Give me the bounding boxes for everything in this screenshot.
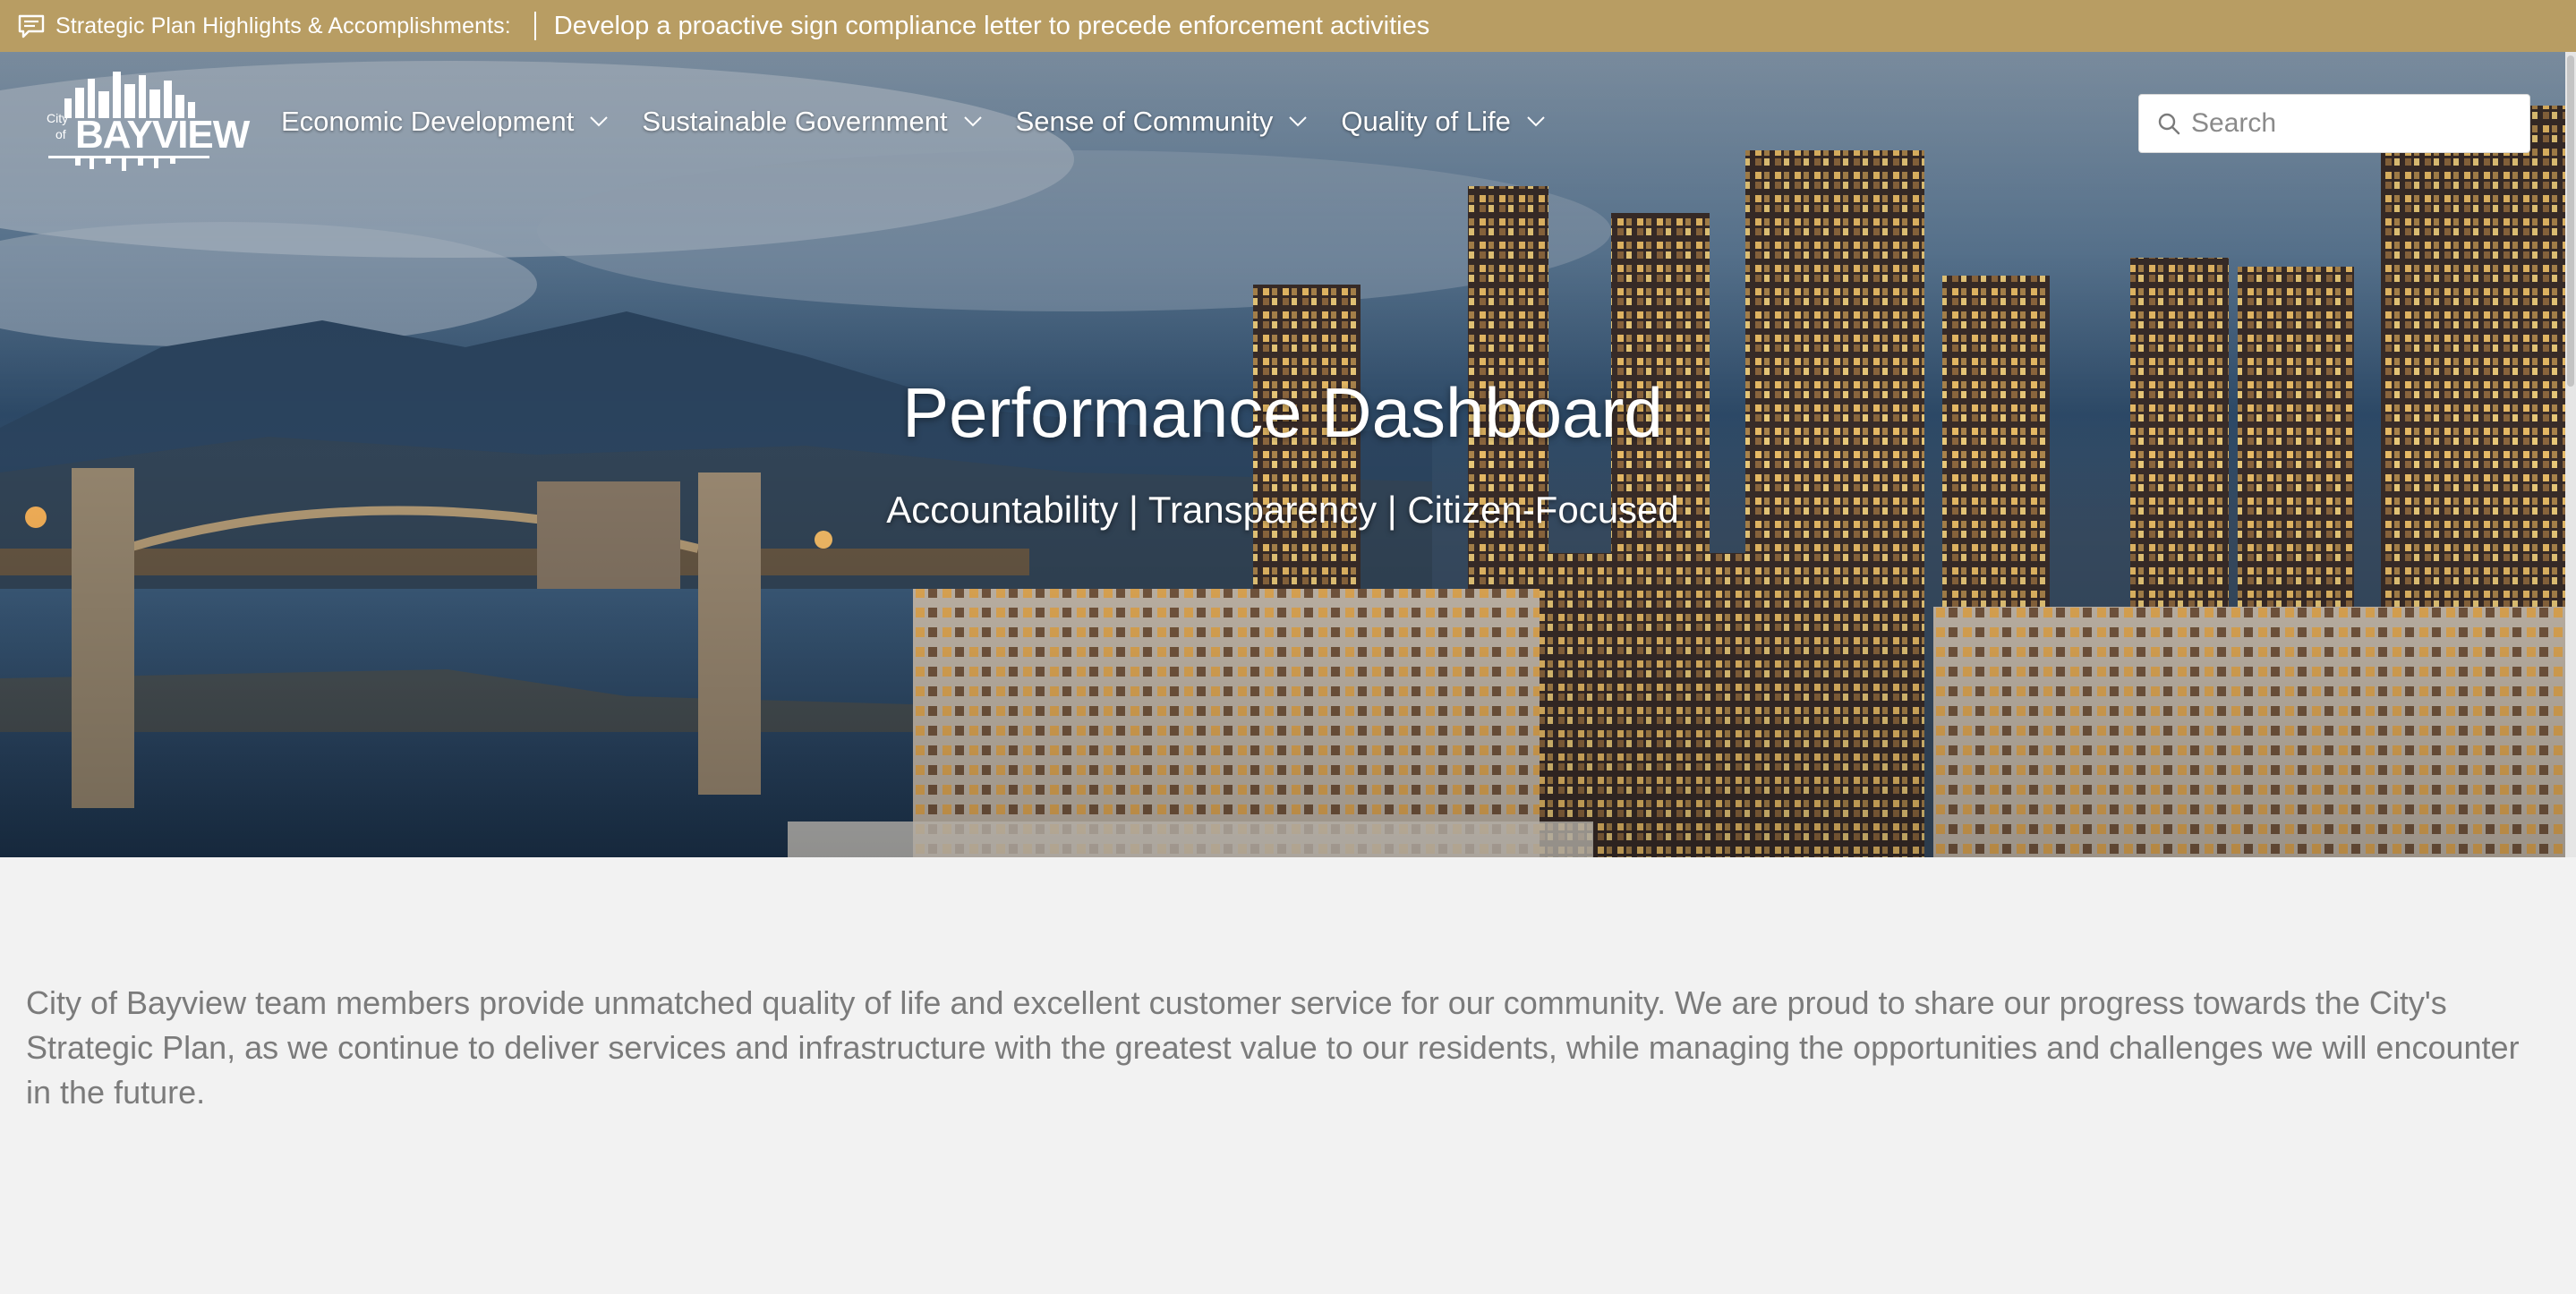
main-navigation: City of BAYVIEW Economic Development Sus… (0, 52, 2565, 195)
chevron-down-icon (1289, 116, 1308, 127)
nav-item-sense-of-community[interactable]: Sense of Community (1016, 106, 1308, 138)
announcement-bar: Strategic Plan Highlights & Accomplishme… (0, 0, 2576, 52)
page-title: Performance Dashboard (902, 373, 1663, 452)
search-input[interactable] (2191, 108, 2513, 139)
logo-name: BAYVIEW (75, 113, 250, 157)
page-scrollbar[interactable] (2565, 52, 2576, 857)
nav-item-label: Economic Development (281, 106, 575, 137)
nav-item-economic-development[interactable]: Economic Development (281, 106, 609, 138)
nav-item-sustainable-government[interactable]: Sustainable Government (642, 106, 982, 138)
chevron-down-icon (1527, 116, 1545, 127)
logo-prefix-of: of (55, 127, 66, 141)
chevron-down-icon (963, 116, 982, 127)
nav-item-label: Sense of Community (1015, 106, 1274, 137)
nav-menu: Economic Development Sustainable Governm… (281, 106, 1579, 138)
search-icon (2158, 113, 2180, 135)
message-icon (16, 11, 47, 41)
announcement-label: Strategic Plan Highlights & Accomplishme… (55, 13, 511, 38)
nav-item-label: Quality of Life (1341, 106, 1511, 137)
intro-paragraph: City of Bayview team members provide unm… (26, 984, 2520, 1111)
page-subtitle: Accountability | Transparency | Citizen-… (886, 489, 1679, 531)
search-box[interactable] (2138, 94, 2530, 153)
nav-item-quality-of-life[interactable]: Quality of Life (1341, 106, 1545, 138)
announcement-text[interactable]: Develop a proactive sign compliance lett… (554, 12, 1429, 41)
announcement-divider (533, 12, 536, 40)
logo-prefix-city: City (47, 111, 69, 125)
nav-item-label: Sustainable Government (642, 106, 948, 137)
city-logo[interactable]: City of BAYVIEW (39, 72, 250, 172)
scrollbar-thumb[interactable] (2567, 55, 2574, 387)
chevron-down-icon (590, 116, 609, 127)
